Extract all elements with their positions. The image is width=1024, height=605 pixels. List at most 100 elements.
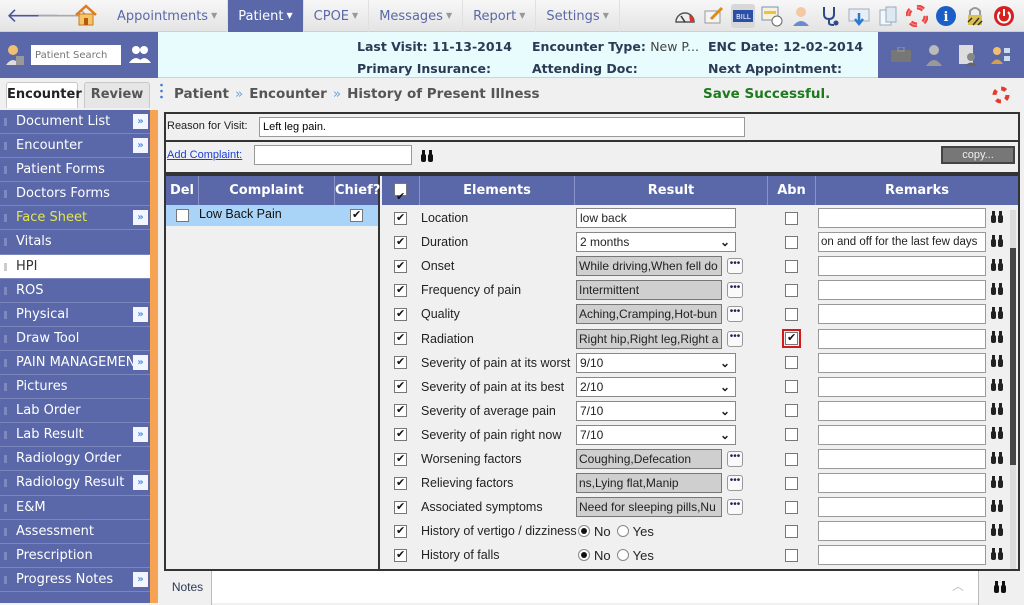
binoculars-search-icon[interactable] bbox=[990, 547, 1004, 564]
expand-chevron-icon[interactable]: » bbox=[133, 210, 148, 226]
lifebuoy-help-icon[interactable] bbox=[905, 4, 929, 28]
patient-document-icon[interactable] bbox=[956, 43, 980, 67]
result-select[interactable]: 9/10 ⌄ bbox=[576, 352, 736, 373]
patient-card-icon[interactable] bbox=[5, 43, 25, 70]
compose-note-icon[interactable] bbox=[702, 4, 726, 28]
forward-arrow-icon[interactable]: 🡒 bbox=[36, 4, 90, 26]
element-checkbox[interactable] bbox=[394, 331, 407, 345]
ellipsis-picker-button[interactable]: ••• bbox=[727, 451, 743, 467]
sidebar-item-patient-forms[interactable]: Patient Forms bbox=[0, 158, 150, 183]
ellipsis-picker-button[interactable]: ••• bbox=[727, 330, 743, 347]
remarks-input[interactable] bbox=[818, 376, 986, 397]
home-icon[interactable] bbox=[74, 3, 98, 27]
element-checkbox[interactable] bbox=[394, 524, 407, 538]
copy-button[interactable]: copy... bbox=[941, 146, 1015, 164]
binoculars-search-icon[interactable] bbox=[990, 475, 1004, 492]
binoculars-search-icon[interactable] bbox=[990, 330, 1004, 347]
dashboard-gauge-icon[interactable] bbox=[673, 4, 697, 28]
binoculars-search-icon[interactable] bbox=[990, 499, 1004, 516]
remarks-input[interactable] bbox=[818, 521, 986, 542]
sidebar-item-radiology-order[interactable]: Radiology Order bbox=[0, 447, 150, 472]
binoculars-search-icon[interactable] bbox=[990, 451, 1004, 468]
abnormal-checkbox[interactable] bbox=[785, 404, 798, 418]
menu-patient[interactable]: Patient ▼ bbox=[228, 0, 304, 32]
result-select[interactable]: 2 months ⌄ bbox=[576, 232, 736, 253]
element-checkbox[interactable] bbox=[394, 379, 407, 394]
complaint-delete-checkbox[interactable] bbox=[176, 209, 189, 222]
splitter-handle[interactable] bbox=[160, 82, 163, 104]
select-all-checkbox[interactable] bbox=[394, 182, 407, 211]
tab-review[interactable]: Review bbox=[84, 82, 150, 108]
abnormal-checkbox[interactable] bbox=[785, 211, 798, 225]
complaint-row[interactable]: Low Back Pain bbox=[166, 205, 378, 226]
hpi-scrollbar[interactable] bbox=[1010, 210, 1016, 570]
reason-for-visit-input[interactable] bbox=[259, 117, 745, 137]
sidebar-item-physical[interactable]: Physical » bbox=[0, 303, 150, 327]
remarks-input[interactable] bbox=[818, 497, 986, 518]
sidebar-item-prescription[interactable]: Prescription bbox=[0, 544, 150, 568]
binoculars-search-icon[interactable] bbox=[990, 210, 1004, 227]
element-checkbox[interactable] bbox=[394, 235, 407, 249]
sidebar-item-pain-management[interactable]: PAIN MANAGEMENT» bbox=[0, 351, 150, 376]
binoculars-search-icon[interactable] bbox=[990, 378, 1004, 395]
element-checkbox[interactable] bbox=[394, 500, 407, 514]
remarks-input[interactable] bbox=[818, 449, 986, 469]
info-icon[interactable]: i bbox=[934, 4, 958, 28]
sidebar-item-draw-tool[interactable]: Draw Tool bbox=[0, 327, 150, 351]
sidebar-item-lab-order[interactable]: Lab Order bbox=[0, 399, 150, 424]
patient-search-input[interactable] bbox=[31, 45, 121, 65]
sidebar-item-assessment[interactable]: Assessment bbox=[0, 520, 150, 544]
binoculars-search-icon[interactable] bbox=[990, 354, 1004, 371]
result-select[interactable]: 7/10 ⌄ bbox=[576, 424, 736, 445]
scroll-up-icon[interactable]: ︿ bbox=[952, 577, 964, 594]
scrollbar-thumb[interactable] bbox=[1010, 248, 1016, 465]
abnormal-checkbox[interactable] bbox=[785, 452, 798, 466]
binoculars-search-icon[interactable] bbox=[990, 282, 1004, 299]
element-checkbox[interactable] bbox=[394, 355, 407, 370]
menu-report[interactable]: Report ▼ bbox=[463, 0, 537, 32]
abnormal-checkbox[interactable] bbox=[782, 329, 801, 348]
binoculars-search-icon[interactable] bbox=[990, 523, 1004, 540]
user-icon[interactable] bbox=[789, 4, 813, 28]
sidebar-item-vitals[interactable]: Vitals bbox=[0, 230, 150, 255]
add-complaint-input[interactable] bbox=[254, 145, 412, 165]
expand-chevron-icon[interactable]: » bbox=[133, 571, 148, 587]
expand-chevron-icon[interactable]: » bbox=[133, 138, 148, 154]
abnormal-checkbox[interactable] bbox=[785, 283, 798, 297]
expand-chevron-icon[interactable]: » bbox=[133, 475, 148, 491]
ellipsis-picker-button[interactable]: ••• bbox=[727, 282, 743, 299]
abnormal-checkbox[interactable] bbox=[785, 476, 798, 490]
expand-chevron-icon[interactable]: » bbox=[133, 114, 148, 129]
radio-yes[interactable] bbox=[616, 549, 629, 562]
expand-chevron-icon[interactable]: » bbox=[133, 354, 148, 370]
result-select[interactable]: 7/10 ⌄ bbox=[576, 400, 736, 421]
ellipsis-picker-button[interactable]: ••• bbox=[727, 306, 743, 323]
remarks-input[interactable] bbox=[818, 328, 986, 349]
lifebuoy-help-icon[interactable] bbox=[992, 86, 1010, 104]
briefcase-icon[interactable] bbox=[889, 43, 913, 67]
menu-cpoe[interactable]: CPOE ▼ bbox=[304, 0, 370, 32]
billing-icon[interactable]: BILL bbox=[731, 4, 755, 28]
binoculars-search-icon[interactable] bbox=[990, 426, 1004, 443]
sidebar-item-progress-notes[interactable]: Progress Notes » bbox=[0, 568, 150, 592]
element-checkbox[interactable] bbox=[394, 476, 407, 490]
abnormal-checkbox[interactable] bbox=[785, 500, 798, 514]
radio-no[interactable] bbox=[578, 549, 590, 562]
schedule-icon[interactable] bbox=[760, 4, 784, 28]
abnormal-checkbox[interactable] bbox=[785, 428, 798, 442]
abnormal-checkbox[interactable] bbox=[785, 259, 798, 273]
sidebar-item-ros[interactable]: ROS bbox=[0, 279, 150, 303]
provider-icon[interactable] bbox=[922, 43, 946, 67]
sidebar-item-document-list[interactable]: Document List » bbox=[0, 110, 150, 135]
binoculars-search-icon[interactable] bbox=[420, 149, 434, 163]
element-checkbox[interactable] bbox=[394, 452, 407, 466]
menu-appointments[interactable]: Appointments ▼ bbox=[107, 0, 229, 32]
binoculars-search-icon[interactable] bbox=[990, 258, 1004, 275]
sidebar-item-hpi[interactable]: HPI bbox=[0, 254, 150, 279]
remarks-input[interactable] bbox=[818, 400, 986, 421]
ellipsis-picker-button[interactable]: ••• bbox=[727, 258, 743, 275]
remarks-input[interactable]: on and off for the last few days bbox=[818, 232, 986, 253]
element-checkbox[interactable] bbox=[394, 211, 407, 225]
breadcrumb-patient[interactable]: Patient bbox=[174, 86, 229, 102]
element-checkbox[interactable] bbox=[394, 427, 407, 442]
